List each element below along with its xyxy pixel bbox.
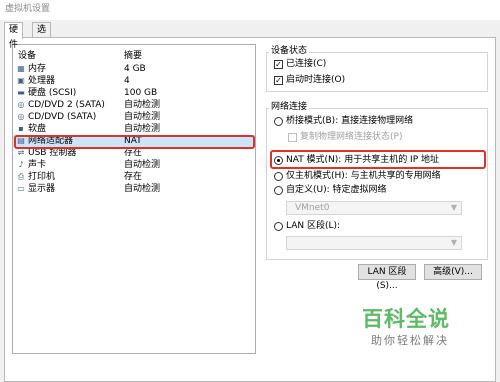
device-list-header: 设备 摘要 bbox=[13, 48, 255, 61]
custom-label[interactable]: 自定义(U): 特定虚拟网络 bbox=[286, 185, 387, 196]
device-name: 内存 bbox=[28, 64, 47, 74]
device-row-cdrom-2[interactable]: ◎ CD/DVD 2 (SATA) 自动检测 bbox=[13, 99, 255, 111]
device-summary: 自动检测 bbox=[124, 100, 161, 110]
sound-icon: ♪ bbox=[18, 160, 24, 169]
highlight-network-adapter bbox=[14, 135, 255, 149]
device-row-floppy[interactable]: ▪ 软盘 自动检测 bbox=[13, 123, 255, 135]
floppy-icon: ▪ bbox=[18, 124, 24, 133]
bridged-radio[interactable] bbox=[274, 117, 283, 126]
device-list[interactable]: 设备 摘要 ▦ 内存 4 GB ▣ 处理器 4 ▬ 硬盘 (SCSI) 100 … bbox=[12, 44, 256, 354]
watermark-logo: 百科全说 bbox=[362, 307, 450, 331]
device-name: CD/DVD 2 (SATA) bbox=[28, 100, 105, 110]
window-title: 虚拟机设置 bbox=[0, 0, 500, 20]
connect-at-power-on-label[interactable]: 启动时连接(O) bbox=[286, 75, 345, 86]
device-name: 显示器 bbox=[28, 184, 56, 194]
display-icon: ▭ bbox=[17, 184, 25, 193]
cdrom-icon: ◎ bbox=[17, 100, 25, 109]
connected-label[interactable]: 已连接(C) bbox=[286, 59, 326, 70]
column-summary[interactable]: 摘要 bbox=[124, 48, 142, 61]
network-connection-title: 网络连接 bbox=[269, 102, 310, 112]
connected-checkbox[interactable]: ✓ bbox=[274, 60, 283, 69]
host-only-label[interactable]: 仅主机模式(H): 与主机共享的专用网络 bbox=[286, 171, 441, 182]
device-row-printer[interactable]: ⎙ 打印机 存在 bbox=[13, 171, 255, 183]
device-summary: 自动检测 bbox=[124, 124, 161, 134]
device-name: 硬盘 (SCSI) bbox=[28, 88, 77, 98]
device-summary: 4 GB bbox=[124, 64, 146, 74]
custom-network-value: VMnet0 bbox=[295, 203, 330, 213]
chevron-down-icon: ▼ bbox=[450, 238, 457, 247]
cpu-icon: ▣ bbox=[17, 76, 25, 85]
custom-radio[interactable] bbox=[274, 186, 283, 195]
device-summary: 自动检测 bbox=[124, 160, 161, 170]
device-summary: 100 GB bbox=[124, 88, 158, 98]
device-summary: 自动检测 bbox=[124, 184, 161, 194]
device-row-memory[interactable]: ▦ 内存 4 GB bbox=[13, 63, 255, 75]
device-row-display[interactable]: ▭ 显示器 自动检测 bbox=[13, 183, 255, 195]
device-row-processor[interactable]: ▣ 处理器 4 bbox=[13, 75, 255, 87]
highlight-nat-mode bbox=[270, 150, 486, 169]
device-name: 声卡 bbox=[28, 160, 47, 170]
device-summary: 自动检测 bbox=[124, 112, 161, 122]
device-row-harddisk[interactable]: ▬ 硬盘 (SCSI) 100 GB bbox=[13, 87, 255, 99]
watermark-subtitle: 助你轻松解决 bbox=[371, 334, 449, 347]
tab-hardware[interactable]: 硬件 bbox=[4, 22, 24, 50]
device-name: 处理器 bbox=[28, 76, 56, 86]
chevron-down-icon: ▼ bbox=[450, 203, 457, 212]
lan-segments-button[interactable]: LAN 区段(S)... bbox=[358, 264, 416, 291]
lan-segment-label[interactable]: LAN 区段(L): bbox=[286, 221, 340, 232]
connect-at-power-on-checkbox[interactable]: ✓ bbox=[274, 76, 283, 85]
device-name: 打印机 bbox=[28, 172, 56, 182]
advanced-button[interactable]: 高级(V)... bbox=[424, 264, 482, 280]
replicate-state-checkbox[interactable] bbox=[288, 133, 297, 142]
replicate-state-label[interactable]: 复制物理网络连接状态(P) bbox=[300, 132, 402, 143]
tab-options[interactable]: 选项 bbox=[32, 22, 52, 50]
printer-icon: ⎙ bbox=[17, 172, 25, 181]
host-only-radio[interactable] bbox=[274, 172, 283, 181]
device-summary: 4 bbox=[124, 76, 130, 86]
column-device[interactable]: 设备 bbox=[18, 48, 36, 61]
memory-icon: ▦ bbox=[17, 64, 25, 73]
device-row-cdrom[interactable]: ◎ CD/DVD (SATA) 自动检测 bbox=[13, 111, 255, 123]
harddisk-icon: ▬ bbox=[17, 88, 25, 97]
device-name: CD/DVD (SATA) bbox=[28, 112, 97, 122]
lan-segment-select[interactable]: ▼ bbox=[286, 236, 462, 250]
device-name: 软盘 bbox=[28, 124, 47, 134]
device-status-title: 设备状态 bbox=[269, 46, 310, 56]
device-status-group bbox=[266, 52, 488, 92]
bridged-label[interactable]: 桥接模式(B): 直接连接物理网络 bbox=[286, 116, 413, 127]
device-summary: 存在 bbox=[124, 172, 143, 182]
cdrom-icon: ◎ bbox=[17, 112, 25, 121]
device-row-sound[interactable]: ♪ 声卡 自动检测 bbox=[13, 159, 255, 171]
lan-segment-radio[interactable] bbox=[274, 222, 283, 231]
custom-network-select[interactable]: VMnet0 ▼ bbox=[286, 201, 462, 215]
usb-icon: ⇌ bbox=[17, 148, 25, 157]
